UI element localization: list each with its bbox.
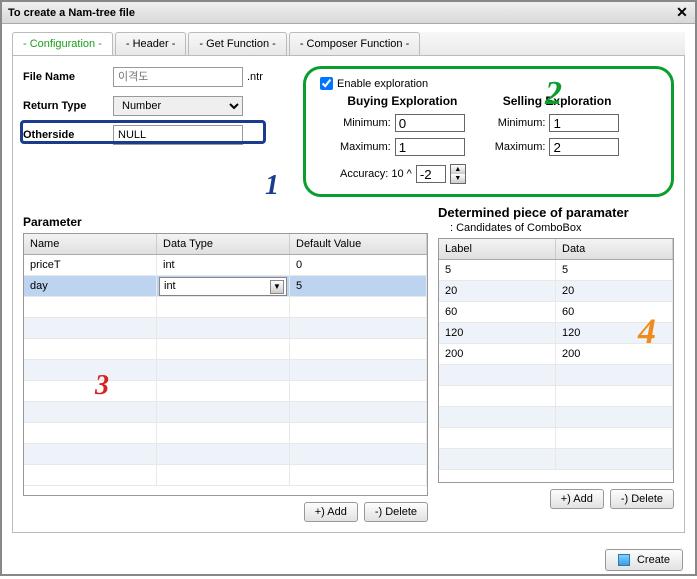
tab-header[interactable]: - Header - [115,32,187,55]
table-row[interactable]: priceT int 0 [24,255,427,276]
table-row[interactable]: 55 [439,260,673,281]
otherside-input[interactable] [113,125,243,145]
param-col-default: Default Value [290,234,427,254]
return-type-label: Return Type [23,100,113,112]
close-icon[interactable]: ✕ [675,6,689,20]
file-ext-label: .ntr [247,71,263,83]
buy-min-label: Minimum: [343,117,391,129]
param-col-type: Data Type [157,234,290,254]
table-row[interactable]: 200200 [439,344,673,365]
combo-col-data: Data [556,239,673,259]
combo-add-button[interactable]: +) Add [550,489,604,509]
create-button[interactable]: Create [605,549,683,571]
titlebar: To create a Nam-tree file ✕ [2,2,695,24]
accuracy-label: Accuracy: 10 ^ [340,168,412,180]
combo-delete-button[interactable]: -) Delete [610,489,674,509]
sell-max-input[interactable] [549,138,619,156]
spinner-down-icon[interactable]: ▼ [451,174,465,183]
file-name-label: File Name [23,71,113,83]
buy-min-input[interactable] [395,114,465,132]
combo-title: Determined piece of paramater [438,205,674,220]
combo-col-label: Label [439,239,556,259]
buy-max-label: Maximum: [340,141,391,153]
param-col-name: Name [24,234,157,254]
combo-subtitle: : Candidates of ComboBox [450,222,674,234]
config-panel: File Name .ntr Return Type Number Others… [12,56,685,533]
dialog-window: To create a Nam-tree file ✕ - Configurat… [0,0,697,576]
tab-get-function[interactable]: - Get Function - [188,32,286,55]
enable-exploration-label: Enable exploration [337,78,428,90]
sell-max-label: Maximum: [495,141,546,153]
table-row[interactable]: 2020 [439,281,673,302]
param-delete-button[interactable]: -) Delete [364,502,428,522]
selling-title: Selling Exploration [495,94,620,108]
sell-min-label: Minimum: [498,117,546,129]
spinner-up-icon[interactable]: ▲ [451,165,465,174]
combo-table: Label Data 55 2020 6060 120120 200200 [438,238,674,483]
table-row[interactable]: day int ▼ Number int Strin [24,276,427,297]
accuracy-spinner[interactable]: ▲▼ [450,164,466,184]
parameter-table: Name Data Type Default Value priceT int … [23,233,428,496]
data-type-dropdown[interactable]: int ▼ [159,277,287,296]
window-title: To create a Nam-tree file [8,7,135,19]
exploration-box: Enable exploration Buying Exploration Mi… [303,66,674,197]
tabs: - Configuration - - Header - - Get Funct… [12,32,685,56]
otherside-label: Otherside [23,129,113,141]
tab-configuration[interactable]: - Configuration - [12,32,113,55]
table-row[interactable]: 120120 [439,323,673,344]
parameter-title: Parameter [23,215,428,229]
buying-title: Buying Exploration [340,94,465,108]
sell-min-input[interactable] [549,114,619,132]
chevron-down-icon[interactable]: ▼ [270,280,284,294]
file-name-input[interactable] [113,67,243,87]
enable-exploration-checkbox[interactable] [320,77,333,90]
buy-max-input[interactable] [395,138,465,156]
document-icon [618,554,630,566]
tab-composer-function[interactable]: - Composer Function - [289,32,420,55]
return-type-select[interactable]: Number [113,96,243,116]
param-add-button[interactable]: +) Add [304,502,358,522]
table-row[interactable]: 6060 [439,302,673,323]
accuracy-input[interactable] [416,165,446,183]
